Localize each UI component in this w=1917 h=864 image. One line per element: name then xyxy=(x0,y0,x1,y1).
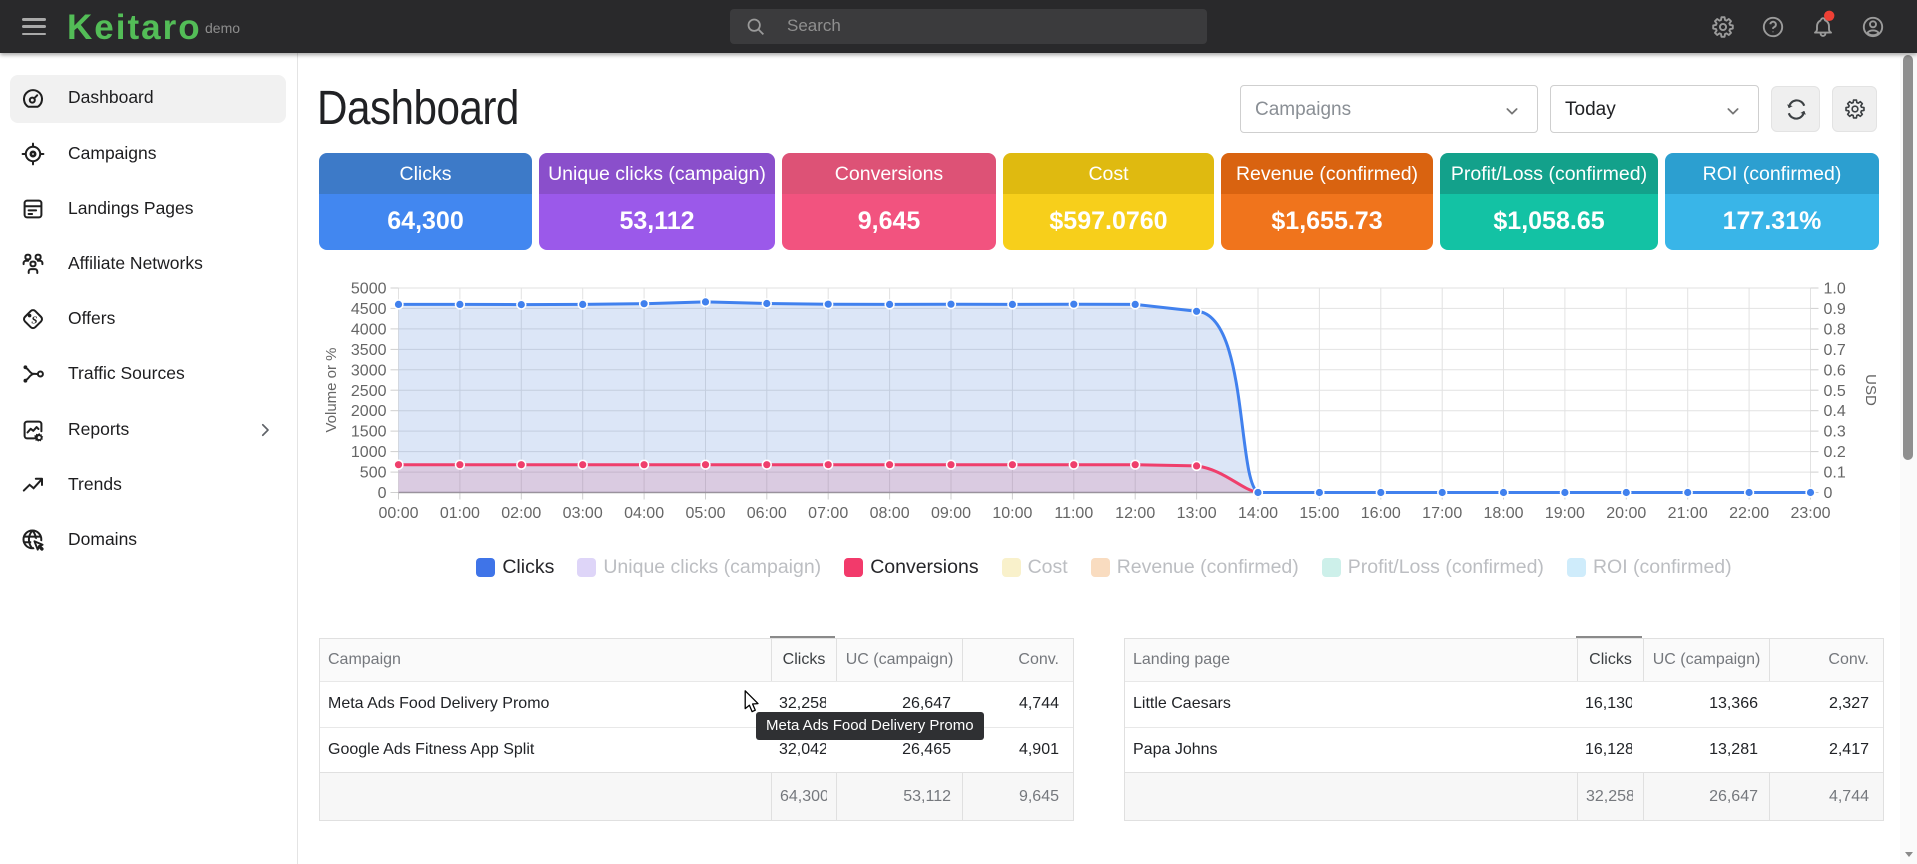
svg-text:04:00: 04:00 xyxy=(624,505,664,522)
svg-text:S: S xyxy=(31,315,37,327)
svg-text:0: 0 xyxy=(1824,485,1833,502)
svg-text:0.6: 0.6 xyxy=(1824,362,1846,379)
svg-text:1500: 1500 xyxy=(351,424,387,441)
svg-text:07:00: 07:00 xyxy=(808,505,848,522)
svg-text:02:00: 02:00 xyxy=(501,505,541,522)
svg-text:18:00: 18:00 xyxy=(1483,505,1523,522)
svg-text:1000: 1000 xyxy=(351,444,387,461)
svg-text:16:00: 16:00 xyxy=(1361,505,1401,522)
svg-text:22:00: 22:00 xyxy=(1729,505,1769,522)
svg-text:14:00: 14:00 xyxy=(1238,505,1278,522)
svg-text:0: 0 xyxy=(378,485,387,502)
svg-text:5000: 5000 xyxy=(351,281,387,298)
svg-text:4000: 4000 xyxy=(351,321,387,338)
svg-text:0.5: 0.5 xyxy=(1824,383,1846,400)
svg-text:13:00: 13:00 xyxy=(1177,505,1217,522)
svg-text:0.4: 0.4 xyxy=(1824,403,1846,420)
svg-text:01:00: 01:00 xyxy=(440,505,480,522)
svg-text:23:00: 23:00 xyxy=(1790,505,1830,522)
svg-text:USD: USD xyxy=(1862,374,1879,406)
svg-text:1.0: 1.0 xyxy=(1824,281,1846,298)
svg-text:10:00: 10:00 xyxy=(992,505,1032,522)
svg-text:12:00: 12:00 xyxy=(1115,505,1155,522)
svg-text:20:00: 20:00 xyxy=(1606,505,1646,522)
svg-text:0.2: 0.2 xyxy=(1824,444,1846,461)
svg-text:19:00: 19:00 xyxy=(1545,505,1585,522)
svg-text:2500: 2500 xyxy=(351,383,387,400)
svg-text:11:00: 11:00 xyxy=(1054,505,1093,522)
svg-text:0.9: 0.9 xyxy=(1824,301,1846,318)
svg-text:05:00: 05:00 xyxy=(685,505,725,522)
svg-text:3500: 3500 xyxy=(351,342,387,359)
svg-text:08:00: 08:00 xyxy=(870,505,910,522)
svg-text:0.8: 0.8 xyxy=(1824,321,1846,338)
svg-text:0.7: 0.7 xyxy=(1824,342,1846,359)
svg-text:4500: 4500 xyxy=(351,301,387,318)
svg-text:0.1: 0.1 xyxy=(1824,465,1846,482)
svg-text:06:00: 06:00 xyxy=(747,505,787,522)
svg-text:00:00: 00:00 xyxy=(378,505,418,522)
svg-text:Volume or %: Volume or % xyxy=(323,347,340,432)
svg-text:21:00: 21:00 xyxy=(1668,505,1708,522)
svg-text:500: 500 xyxy=(360,465,387,482)
svg-text:2000: 2000 xyxy=(351,403,387,420)
svg-text:17:00: 17:00 xyxy=(1422,505,1462,522)
svg-text:0.3: 0.3 xyxy=(1824,424,1846,441)
svg-text:03:00: 03:00 xyxy=(563,505,603,522)
svg-text:09:00: 09:00 xyxy=(931,505,971,522)
svg-text:3000: 3000 xyxy=(351,362,387,379)
svg-text:15:00: 15:00 xyxy=(1299,505,1339,522)
